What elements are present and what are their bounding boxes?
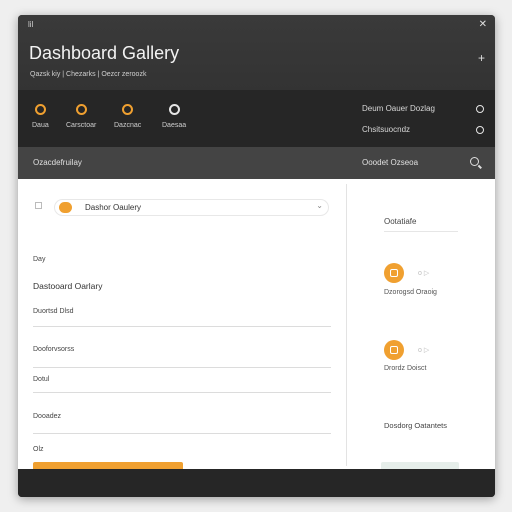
orange-circle-icon (122, 104, 134, 115)
tool-button-daesaa[interactable]: Daesaa (162, 104, 186, 129)
orange-circle-icon (34, 104, 46, 115)
gallery-thumb-1[interactable] (384, 263, 404, 283)
field-label: Day (33, 256, 46, 263)
title-bar: lil ✕ Dashboard Gallery Qazsk kiy | Chez… (18, 15, 495, 90)
orange-circle-icon (75, 104, 87, 115)
section-label: Ozacdefruilay (33, 158, 82, 167)
thumb-meta: o ▷ (418, 347, 430, 354)
divider (33, 433, 331, 434)
gallery-dropdown[interactable]: Dashor Oaulery ⌄ (54, 199, 329, 216)
orange-dot-icon (59, 202, 72, 213)
footer-bar (18, 469, 495, 497)
divider (33, 392, 331, 393)
option-label-1: Deum Oauer Dozlag (362, 104, 435, 113)
panel-label: Ootatiafe (384, 217, 417, 226)
image-icon (390, 269, 398, 277)
option-label-2: Chsitsuocndz (362, 125, 411, 134)
option-radio-2[interactable] (476, 126, 484, 134)
image-icon (390, 346, 398, 354)
field-input[interactable]: Duortsd Dlsd (33, 308, 73, 315)
breadcrumb: Qazsk kiy | Chezarks | Oezcr zeroozk (30, 71, 147, 78)
toolbar: Daua Carsctoar Dazcnac Daesaa Deum Oauer… (18, 90, 495, 147)
tool-button-dazcnac[interactable]: Dazcnac (114, 104, 141, 129)
page-title: Dashboard Gallery (29, 43, 180, 63)
field-input[interactable]: Dooforvsorss (33, 346, 74, 353)
field-input[interactable]: Dotul (33, 376, 49, 383)
field-label: Olz (33, 446, 44, 453)
tool-label: Daesaa (162, 122, 187, 129)
app-icon: lil (28, 20, 34, 29)
close-icon[interactable]: ✕ (479, 19, 487, 30)
tool-label: Daua (32, 122, 49, 129)
white-circle-icon (168, 104, 180, 115)
chevron-down-icon: ⌄ (316, 201, 323, 210)
section-right-label: Ooodet Ozseoa (362, 158, 419, 167)
app-window: lil ✕ Dashboard Gallery Qazsk kiy | Chez… (18, 15, 495, 497)
thumb-caption: Dzorogsd Oraoig (384, 289, 437, 296)
thumb-meta: o ▷ (418, 270, 430, 277)
field-input[interactable]: Dooadez (33, 413, 61, 420)
gallery-thumb-2[interactable] (384, 340, 404, 360)
panel-caption: Dosdorg Oatantets (384, 421, 447, 430)
tool-button-carsctoar[interactable]: Carsctoar (66, 104, 96, 129)
checkbox[interactable] (35, 202, 42, 209)
section-bar: Ozacdefruilay Ooodet Ozseoa (18, 147, 495, 179)
divider (384, 231, 458, 232)
option-radio-1[interactable] (476, 105, 484, 113)
dropdown-value: Dashor Oaulery (85, 203, 142, 212)
divider (33, 326, 331, 327)
tool-label: Carsctoar (66, 122, 97, 129)
add-icon[interactable]: + (478, 51, 485, 65)
divider (33, 367, 331, 368)
field-heading: Dastooard Oarlary (33, 281, 103, 291)
tool-button-daua[interactable]: Daua (32, 104, 49, 129)
search-icon[interactable] (470, 157, 479, 166)
tool-label: Dazcnac (114, 122, 142, 129)
thumb-caption: Drordz Doisct (384, 365, 427, 372)
content-area: Dashor Oaulery ⌄ Day Dastooard Oarlary D… (18, 179, 495, 484)
panel-divider (346, 184, 347, 466)
